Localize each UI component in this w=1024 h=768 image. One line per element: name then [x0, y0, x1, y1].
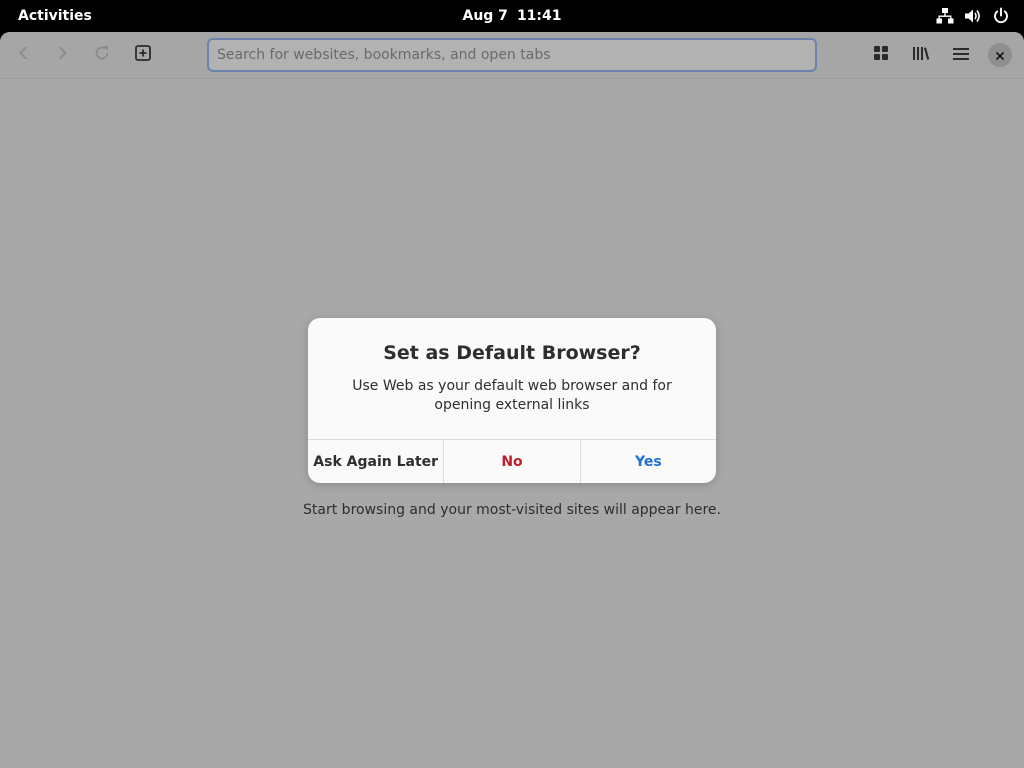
clock-time[interactable]: 11:41: [517, 8, 562, 24]
volume-icon[interactable]: [964, 7, 982, 25]
close-icon: [995, 46, 1005, 65]
clock-date[interactable]: Aug 7: [462, 8, 507, 24]
library-icon: [912, 45, 930, 65]
tabs-overview-button[interactable]: [866, 40, 896, 70]
header-bar: [0, 32, 1024, 79]
hamburger-menu-icon: [953, 46, 969, 65]
back-button[interactable]: [9, 40, 39, 70]
library-button[interactable]: [906, 40, 936, 70]
gnome-top-bar: Activities Aug 7 11:41: [0, 0, 1024, 32]
no-button[interactable]: No: [443, 440, 579, 483]
back-arrow-icon: [16, 45, 32, 65]
new-tab-icon: [135, 45, 151, 65]
dialog-body: Use Web as your default web browser and …: [352, 378, 672, 413]
clock: Aug 7 11:41: [0, 0, 1024, 32]
yes-button[interactable]: Yes: [579, 440, 716, 483]
tabs-overview-icon: [873, 45, 889, 65]
window-close-button[interactable]: [988, 43, 1012, 67]
system-tray[interactable]: [936, 0, 1010, 32]
activities-button[interactable]: Activities: [18, 0, 92, 32]
main-menu-button[interactable]: [946, 40, 976, 70]
new-tab-button[interactable]: [128, 40, 158, 70]
reload-icon: [93, 44, 111, 66]
forward-button[interactable]: [47, 40, 77, 70]
search-input[interactable]: [209, 40, 815, 70]
reload-button[interactable]: [87, 40, 117, 70]
ask-again-later-button[interactable]: Ask Again Later: [308, 440, 443, 483]
power-icon[interactable]: [992, 7, 1010, 25]
default-browser-dialog: Set as Default Browser? Use Web as your …: [308, 318, 716, 483]
network-wired-icon[interactable]: [936, 7, 954, 25]
dialog-actions: Ask Again Later No Yes: [308, 439, 716, 483]
dialog-title: Set as Default Browser?: [383, 342, 641, 364]
forward-arrow-icon: [54, 45, 70, 65]
empty-overview-message: Start browsing and your most-visited sit…: [303, 502, 721, 518]
address-bar[interactable]: [207, 38, 817, 72]
